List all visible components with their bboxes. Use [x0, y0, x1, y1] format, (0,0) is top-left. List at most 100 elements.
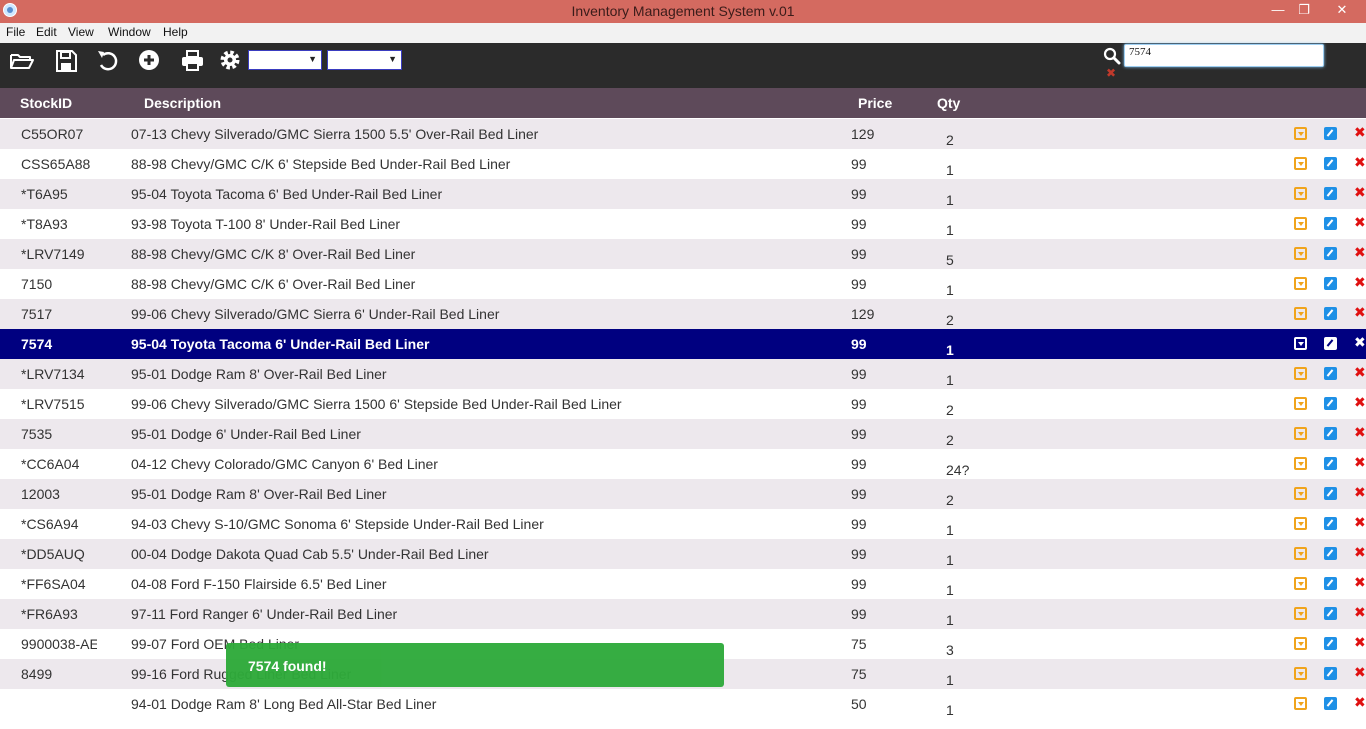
- menu-view[interactable]: View: [68, 25, 94, 39]
- delete-icon[interactable]: ✖: [1354, 395, 1366, 409]
- edit-icon[interactable]: [1324, 157, 1337, 170]
- details-icon[interactable]: [1294, 697, 1307, 710]
- save-icon[interactable]: [52, 47, 80, 75]
- table-row[interactable]: 7574 95-04 Toyota Tacoma 6' Under-Rail Be…: [0, 329, 1366, 359]
- delete-icon[interactable]: ✖: [1354, 335, 1366, 349]
- menu-file[interactable]: File: [6, 25, 25, 39]
- delete-icon[interactable]: ✖: [1354, 635, 1366, 649]
- edit-icon[interactable]: [1324, 247, 1337, 260]
- details-icon[interactable]: [1294, 397, 1307, 410]
- table-row[interactable]: *CS6A94 94-03 Chevy S-10/GMC Sonoma 6' St…: [0, 509, 1366, 539]
- edit-icon[interactable]: [1324, 427, 1337, 440]
- undo-icon[interactable]: [94, 47, 122, 75]
- edit-icon[interactable]: [1324, 487, 1337, 500]
- close-button[interactable]: ✕: [1328, 0, 1356, 22]
- edit-icon[interactable]: [1324, 547, 1337, 560]
- table-row[interactable]: *FR6A93 97-11 Ford Ranger 6' Under-Rail B…: [0, 599, 1366, 629]
- table-row[interactable]: *CC6A04 04-12 Chevy Colorado/GMC Canyon 6…: [0, 449, 1366, 479]
- add-icon[interactable]: [136, 47, 164, 75]
- clear-search-icon[interactable]: ✖: [1106, 66, 1116, 80]
- table-row[interactable]: *LRV7515 99-06 Chevy Silverado/GMC Sierra…: [0, 389, 1366, 419]
- delete-icon[interactable]: ✖: [1354, 515, 1366, 529]
- edit-icon[interactable]: [1324, 697, 1337, 710]
- details-icon[interactable]: [1294, 667, 1307, 680]
- table-row[interactable]: *LRV7134 95-01 Dodge Ram 8' Over-Rail Bed…: [0, 359, 1366, 389]
- edit-icon[interactable]: [1324, 667, 1337, 680]
- column-header-stockid[interactable]: StockID: [20, 95, 72, 111]
- edit-icon[interactable]: [1324, 457, 1337, 470]
- edit-icon[interactable]: [1324, 397, 1337, 410]
- edit-icon[interactable]: [1324, 217, 1337, 230]
- delete-icon[interactable]: ✖: [1354, 575, 1366, 589]
- edit-icon[interactable]: [1324, 517, 1337, 530]
- details-icon[interactable]: [1294, 427, 1307, 440]
- details-icon[interactable]: [1294, 607, 1307, 620]
- details-icon[interactable]: [1294, 217, 1307, 230]
- table-row[interactable]: *DD5AUQ 00-04 Dodge Dakota Quad Cab 5.5' …: [0, 539, 1366, 569]
- details-icon[interactable]: [1294, 337, 1307, 350]
- details-icon[interactable]: [1294, 157, 1307, 170]
- table-row[interactable]: *FF6SA04 04-08 Ford F-150 Flairside 6.5' …: [0, 569, 1366, 599]
- edit-icon[interactable]: [1324, 307, 1337, 320]
- table-row[interactable]: *T8A93 93-98 Toyota T-100 8' Under-Rail B…: [0, 209, 1366, 239]
- table-row[interactable]: 7517 99-06 Chevy Silverado/GMC Sierra 6' …: [0, 299, 1366, 329]
- details-icon[interactable]: [1294, 367, 1307, 380]
- edit-icon[interactable]: [1324, 577, 1337, 590]
- maximize-button[interactable]: ❐: [1291, 0, 1317, 22]
- column-header-qty[interactable]: Qty: [937, 95, 960, 111]
- table-row[interactable]: CSS65A88 88-98 Chevy/GMC C/K 6' Stepside …: [0, 149, 1366, 179]
- open-folder-icon[interactable]: [8, 47, 36, 75]
- details-icon[interactable]: [1294, 307, 1307, 320]
- delete-icon[interactable]: ✖: [1354, 605, 1366, 619]
- edit-icon[interactable]: [1324, 637, 1337, 650]
- dropdown-2[interactable]: ▼: [327, 50, 402, 70]
- menu-edit[interactable]: Edit: [36, 25, 57, 39]
- details-icon[interactable]: [1294, 487, 1307, 500]
- dropdown-1[interactable]: ▼: [248, 50, 322, 70]
- delete-icon[interactable]: ✖: [1354, 185, 1366, 199]
- delete-icon[interactable]: ✖: [1354, 155, 1366, 169]
- details-icon[interactable]: [1294, 517, 1307, 530]
- search-icon[interactable]: [1103, 47, 1121, 65]
- details-icon[interactable]: [1294, 637, 1307, 650]
- search-input[interactable]: 7574: [1124, 44, 1324, 67]
- column-header-price[interactable]: Price: [858, 95, 892, 111]
- edit-icon[interactable]: [1324, 367, 1337, 380]
- delete-icon[interactable]: ✖: [1354, 545, 1366, 559]
- delete-icon[interactable]: ✖: [1354, 215, 1366, 229]
- details-icon[interactable]: [1294, 127, 1307, 140]
- delete-icon[interactable]: ✖: [1354, 455, 1366, 469]
- table-row[interactable]: 12003 95-01 Dodge Ram 8' Over-Rail Bed Li…: [0, 479, 1366, 509]
- details-icon[interactable]: [1294, 187, 1307, 200]
- delete-icon[interactable]: ✖: [1354, 365, 1366, 379]
- delete-icon[interactable]: ✖: [1354, 665, 1366, 679]
- column-header-description[interactable]: Description: [144, 95, 221, 111]
- delete-icon[interactable]: ✖: [1354, 275, 1366, 289]
- menu-window[interactable]: Window: [108, 25, 151, 39]
- table-row[interactable]: 7150 88-98 Chevy/GMC C/K 6' Over-Rail Bed…: [0, 269, 1366, 299]
- table-row[interactable]: 7535 95-01 Dodge 6' Under-Rail Bed Liner 9…: [0, 419, 1366, 449]
- menu-help[interactable]: Help: [163, 25, 188, 39]
- details-icon[interactable]: [1294, 547, 1307, 560]
- details-icon[interactable]: [1294, 247, 1307, 260]
- delete-icon[interactable]: ✖: [1354, 425, 1366, 439]
- edit-icon[interactable]: [1324, 607, 1337, 620]
- table-row[interactable]: C55OR07 07-13 Chevy Silverado/GMC Sierra …: [0, 119, 1366, 149]
- delete-icon[interactable]: ✖: [1354, 695, 1366, 709]
- delete-icon[interactable]: ✖: [1354, 485, 1366, 499]
- settings-icon[interactable]: [217, 47, 245, 75]
- table-row[interactable]: 94-01 Dodge Ram 8' Long Bed All-Star Bed…: [0, 689, 1366, 719]
- edit-icon[interactable]: [1324, 277, 1337, 290]
- details-icon[interactable]: [1294, 577, 1307, 590]
- print-icon[interactable]: [179, 47, 207, 75]
- details-icon[interactable]: [1294, 277, 1307, 290]
- delete-icon[interactable]: ✖: [1354, 125, 1366, 139]
- table-row[interactable]: *LRV7149 88-98 Chevy/GMC C/K 8' Over-Rail…: [0, 239, 1366, 269]
- edit-icon[interactable]: [1324, 337, 1337, 350]
- edit-icon[interactable]: [1324, 127, 1337, 140]
- delete-icon[interactable]: ✖: [1354, 245, 1366, 259]
- edit-icon[interactable]: [1324, 187, 1337, 200]
- details-icon[interactable]: [1294, 457, 1307, 470]
- delete-icon[interactable]: ✖: [1354, 305, 1366, 319]
- table-row[interactable]: *T6A95 95-04 Toyota Tacoma 6' Bed Under-R…: [0, 179, 1366, 209]
